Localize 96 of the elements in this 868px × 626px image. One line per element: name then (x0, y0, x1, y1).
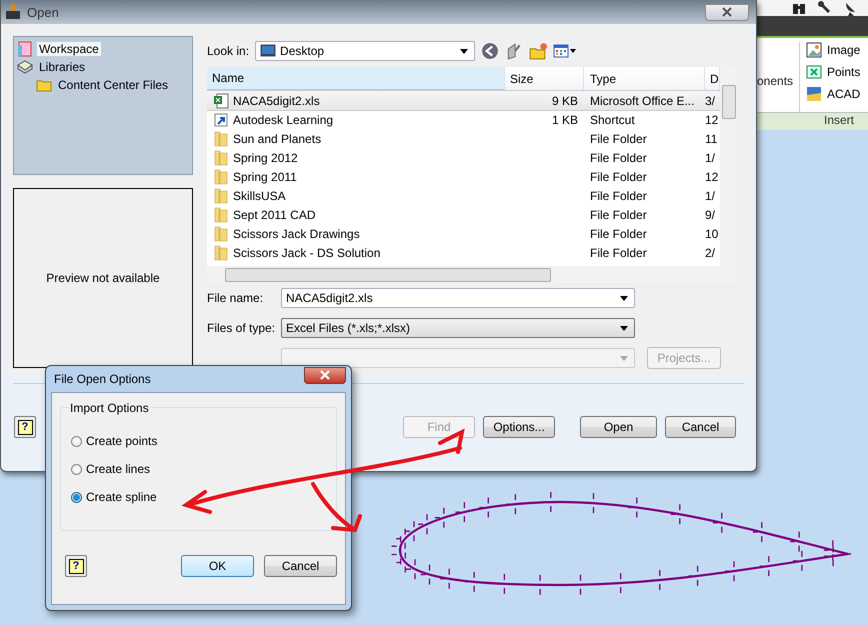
file-type: Shortcut (590, 112, 635, 126)
ribbon-command[interactable]: Image (806, 42, 860, 58)
file-type: File Folder (590, 226, 647, 240)
dialog-button[interactable]: OK (181, 555, 254, 577)
file-name: SkillsUSA (233, 188, 286, 202)
look-in-dropdown[interactable]: Desktop (255, 41, 476, 61)
file-row[interactable]: Sun and Planets File Folder 11 (207, 129, 720, 148)
file-type: File Folder (590, 188, 647, 202)
column-header[interactable]: Name (207, 67, 505, 90)
field-label: Look in: (207, 44, 250, 58)
dialog-button[interactable]: Cancel (665, 416, 736, 438)
close-button[interactable] (304, 366, 346, 384)
dialog-button[interactable]: Options... (483, 416, 555, 438)
picture-icon (806, 42, 822, 58)
file-row[interactable]: Sept 2011 CAD File Folder 9/ (207, 205, 720, 224)
dialog-button[interactable]: Cancel (264, 555, 337, 577)
radio-option[interactable]: Create spline (71, 490, 157, 504)
file-type: File Folder (590, 132, 647, 146)
file-type-dropdown[interactable]: Excel Files (*.xls;*.xlsx) (281, 318, 635, 338)
app-icon (5, 4, 21, 20)
close-icon (721, 7, 733, 17)
close-icon (319, 370, 331, 380)
file-row[interactable]: NACA5digit2.xls 9 KB Microsoft Office E... 3/ (207, 91, 720, 110)
file-type: Microsoft Office E... (590, 94, 694, 108)
file-row[interactable]: Scissors Jack Drawings File Folder 10 (207, 224, 720, 243)
radio-option[interactable]: Create lines (71, 462, 150, 476)
caret-icon (620, 356, 628, 360)
shortcut-icon (213, 112, 229, 128)
new-folder-icon[interactable] (529, 42, 548, 60)
file-type: File Folder (590, 246, 647, 260)
table-cell: 11 (705, 132, 718, 146)
file-name: Spring 2012 (233, 150, 298, 164)
up-folder-icon[interactable] (505, 42, 524, 60)
preview-text: Preview not available (46, 271, 160, 285)
places-item[interactable]: Workspace (17, 40, 189, 58)
wrench-icon[interactable] (817, 0, 833, 16)
spreadsheet-icon (213, 92, 229, 108)
places-item[interactable]: Content Center Files (17, 76, 189, 94)
radio-option[interactable]: Create points (71, 434, 158, 448)
panel-title: Insert (824, 113, 854, 129)
file-row[interactable]: Autodesk Learning 1 KB Shortcut 12 (207, 110, 720, 129)
table-cell: 2/ (705, 246, 716, 260)
file-row[interactable]: SkillsUSA File Folder 1/ (207, 186, 720, 205)
dialog-button[interactable]: Open (580, 416, 657, 438)
file-name: Sept 2011 CAD (233, 208, 316, 222)
file-type: File Folder (590, 170, 647, 184)
file-name: NACA5digit2.xls (233, 94, 320, 108)
folder-icon (213, 226, 229, 242)
file-row[interactable]: Spring 2012 File Folder 1/ (207, 148, 720, 167)
file-type: File Folder (590, 208, 647, 222)
spreadsheet-icon (806, 64, 822, 80)
window-title: Open (27, 4, 59, 20)
folder-icon (213, 206, 229, 222)
file-size: 9 KB (552, 94, 578, 108)
ribbon-command[interactable]: ACAD (806, 86, 860, 102)
file-name-field[interactable]: NACA5digit2.xls (281, 288, 635, 308)
views-menu-icon[interactable] (553, 43, 576, 59)
ribbon-command[interactable]: Points (806, 64, 860, 80)
places-item[interactable]: Libraries (17, 58, 189, 76)
window-title: File Open Options (54, 372, 151, 386)
file-name: Scissors Jack - DS Solution (233, 246, 380, 260)
field-label: Files of type: (207, 321, 276, 335)
folder-icon (213, 188, 229, 204)
table-cell: 3/ (705, 94, 716, 108)
caret-icon (620, 326, 628, 330)
table-cell: 1/ (705, 188, 716, 202)
table-cell: 9/ (705, 208, 716, 222)
table-cell: 12 (705, 170, 718, 184)
library-icon (17, 59, 33, 75)
table-cell: 12 (705, 112, 718, 126)
file-row[interactable]: Spring 2011 File Folder 12 (207, 167, 720, 186)
table-cell: 1/ (705, 150, 716, 164)
drawing-file-icon (806, 86, 822, 102)
caret-icon (460, 48, 468, 54)
monitor-icon (260, 43, 276, 59)
file-row[interactable]: Scissors Jack - DS Solution File Folder 2/ (207, 243, 720, 262)
group-title: Import Options (68, 401, 151, 415)
ribbon-label[interactable]: onents (757, 74, 799, 112)
folder-icon (213, 150, 229, 166)
folder-icon (213, 168, 229, 184)
help-button[interactable]: ? (14, 416, 36, 438)
help-button[interactable]: ? (65, 555, 87, 577)
file-name: Autodesk Learning (233, 112, 334, 126)
file-name: Spring 2011 (233, 170, 297, 184)
field-label: File name: (207, 291, 264, 305)
close-button[interactable] (705, 4, 749, 20)
file-type: File Folder (590, 150, 647, 164)
document-icon (17, 41, 33, 57)
file-name: Scissors Jack Drawings (233, 226, 360, 240)
back-icon[interactable] (481, 42, 500, 60)
folder-icon (213, 244, 229, 260)
file-size: 1 KB (552, 112, 578, 126)
file-name: Sun and Planets (233, 132, 322, 146)
caret-icon (620, 296, 628, 300)
folder-icon (213, 130, 229, 146)
table-cell: 10 (705, 226, 718, 240)
